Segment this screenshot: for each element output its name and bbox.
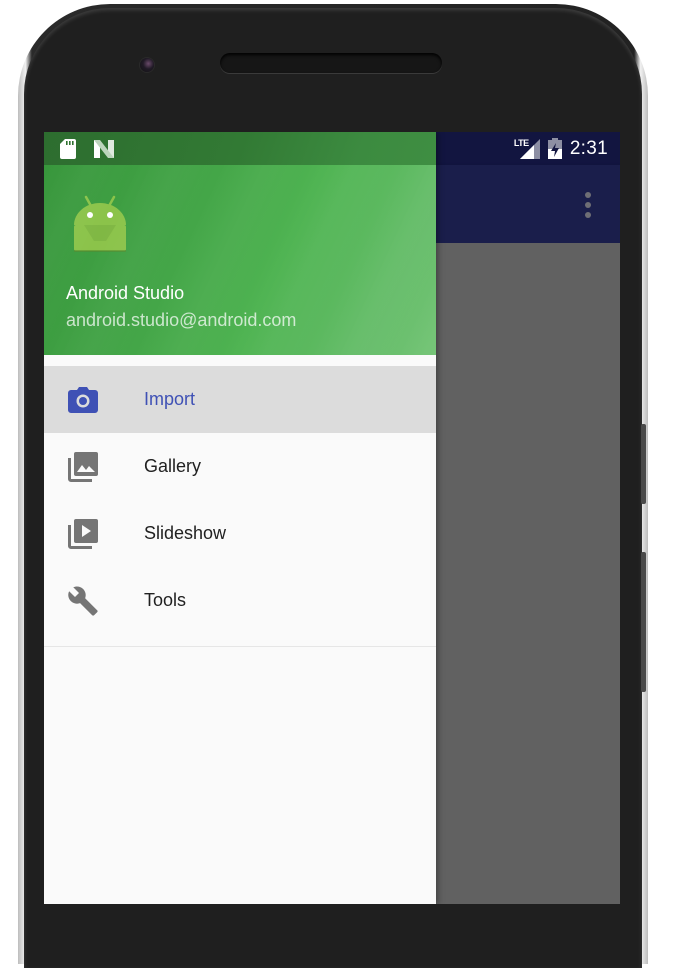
drawer-menu: Import Gallery Slideshow Tools xyxy=(44,366,436,634)
menu-item-slideshow[interactable]: Slideshow xyxy=(44,500,436,567)
camera-icon xyxy=(67,384,99,416)
menu-item-label: Import xyxy=(144,389,196,409)
status-bar-right: LTE 2:31 xyxy=(514,132,608,165)
menu-item-label: Slideshow xyxy=(144,523,227,543)
drawer-status-bar xyxy=(44,132,436,165)
power-button xyxy=(641,424,646,504)
photo-library-icon xyxy=(67,451,99,483)
account-name: Android Studio xyxy=(66,283,185,303)
menu-divider xyxy=(44,646,436,647)
slideshow-icon xyxy=(67,518,99,550)
menu-item-tools[interactable]: Tools xyxy=(44,567,436,634)
navigation-drawer: Android Studio android.studio@android.co… xyxy=(44,132,436,904)
account-email: android.studio@android.com xyxy=(66,310,297,330)
menu-item-import[interactable]: Import xyxy=(44,366,436,433)
battery-charging-icon xyxy=(547,138,562,159)
menu-item-gallery[interactable]: Gallery xyxy=(44,433,436,500)
menu-item-label: Gallery xyxy=(144,456,202,476)
network-type-label: LTE xyxy=(513,137,529,148)
drawer-header: Android Studio android.studio@android.co… xyxy=(44,165,436,355)
earpiece-speaker xyxy=(220,53,442,73)
volume-button xyxy=(641,552,646,692)
lte-signal-icon: LTE xyxy=(513,137,540,159)
more-vert-icon[interactable] xyxy=(576,187,600,223)
menu-item-label: Tools xyxy=(144,590,187,610)
status-time: 2:31 xyxy=(569,137,608,159)
front-camera xyxy=(140,58,154,72)
android-logo-icon xyxy=(74,195,126,252)
status-bar-left xyxy=(60,132,114,165)
wrench-icon xyxy=(67,585,99,617)
sd-card-icon xyxy=(60,138,76,159)
device-screen: LTE 2:31 Android Studio android.studio@a… xyxy=(44,132,620,904)
android-n-icon xyxy=(94,139,114,158)
